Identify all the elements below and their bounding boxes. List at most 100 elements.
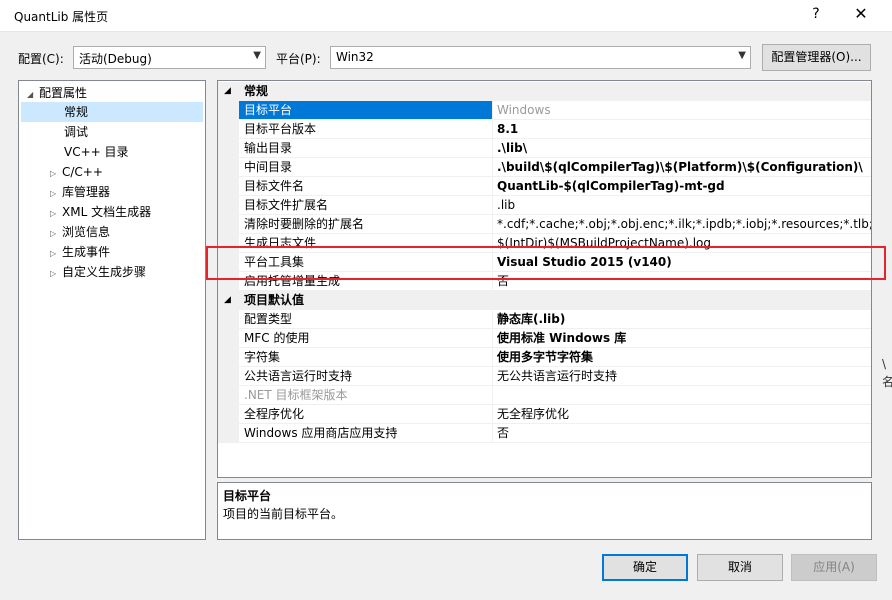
property-name: 目标平台 [239,101,492,120]
expanded-icon[interactable]: ◢ [224,291,231,310]
property-row-whole-program-optimization[interactable]: 全程序优化 无全程序优化 [218,405,871,424]
collapsed-icon[interactable]: ▷ [50,164,62,184]
tree-item-label: VC++ 目录 [64,145,129,159]
tree-item-general[interactable]: 常规 [21,102,203,122]
tree-item-librarian[interactable]: ▷ 库管理器 [50,182,110,202]
property-value[interactable]: 否 [492,424,871,443]
description-title: 目标平台 [223,489,272,503]
property-name: 配置类型 [239,310,492,329]
property-value[interactable] [492,386,871,405]
close-icon[interactable]: ✕ [846,4,876,23]
property-name: 目标平台版本 [239,120,492,139]
property-name: .NET 目标框架版本 [239,386,492,405]
chevron-down-icon: ▼ [738,50,746,61]
expanded-icon[interactable]: ◢ [224,82,231,101]
description-text: 项目的当前目标平台。 [223,507,344,521]
tree-item-label: XML 文档生成器 [62,205,152,219]
property-value[interactable]: Windows [492,101,871,120]
property-row-character-set[interactable]: 字符集 使用多字节字符集 [218,348,871,367]
tree-item-build-events[interactable]: ▷ 生成事件 [50,242,110,262]
property-row-windows-store-app-support[interactable]: Windows 应用商店应用支持 否 [218,424,871,443]
configuration-manager-button[interactable]: 配置管理器(O)... [762,44,871,71]
property-tree: ◢ 配置属性 常规 调试 VC++ 目录 ▷ C/C++ ▷ 库管理器 ▷ XML 文档… [18,80,206,540]
property-row-clean-extensions[interactable]: 清除时要删除的扩展名 *.cdf;*.cache;*.obj;*.obj.enc… [218,215,871,234]
window-title: QuantLib 属性页 [14,10,109,24]
property-name: 清除时要删除的扩展名 [239,215,492,234]
property-value[interactable]: Visual Studio 2015 (v140) [492,253,871,272]
property-value[interactable]: QuantLib-$(qlCompilerTag)-mt-gd [492,177,871,196]
property-row-target-extension[interactable]: 目标文件扩展名 .lib [218,196,871,215]
apply-button[interactable]: 应用(A) [791,554,877,581]
platform-select-value: Win32 [336,50,374,64]
property-name: 全程序优化 [239,405,492,424]
category-general[interactable]: ◢ 常规 [218,82,871,101]
property-value[interactable]: 静态库(.lib) [492,310,871,329]
property-row-target-platform-version[interactable]: 目标平台版本 8.1 [218,120,871,139]
property-row-mfc-use[interactable]: MFC 的使用 使用标准 Windows 库 [218,329,871,348]
ok-button[interactable]: 确定 [602,554,688,581]
category-project-defaults[interactable]: ◢ 项目默认值 [218,291,871,310]
tree-item-label: 常规 [64,105,89,119]
property-value[interactable]: 无全程序优化 [492,405,871,424]
property-value[interactable]: 8.1 [492,120,871,139]
tree-item-vc-directories[interactable]: VC++ 目录 [64,142,129,162]
platform-select[interactable]: Win32 ▼ [330,46,751,69]
tree-item-custom-build-step[interactable]: ▷ 自定义生成步骤 [50,262,146,282]
property-row-platform-toolset[interactable]: 平台工具集 Visual Studio 2015 (v140) [218,253,871,272]
tree-item-xml-doc-generator[interactable]: ▷ XML 文档生成器 [50,202,151,222]
help-icon[interactable]: ? [806,6,826,22]
title-bar: QuantLib 属性页 ? ✕ [0,0,892,32]
property-name: 中间目录 [239,158,492,177]
collapsed-icon[interactable]: ▷ [50,204,62,224]
collapsed-icon[interactable]: ▷ [50,244,62,264]
property-name: 目标文件名 [239,177,492,196]
tree-item-label: 自定义生成步骤 [62,265,147,279]
platform-label: 平台(P): [276,52,321,66]
collapsed-icon[interactable]: ▷ [50,264,62,284]
config-label: 配置(C): [18,52,64,66]
tree-item-label: 浏览信息 [62,225,111,239]
property-value[interactable]: *.cdf;*.cache;*.obj;*.obj.enc;*.ilk;*.ip… [492,215,871,234]
config-select[interactable]: 活动(Debug) ▼ [73,46,266,69]
property-row-build-log-file[interactable]: 生成日志文件 $(IntDir)$(MSBuildProjectName).lo… [218,234,871,253]
category-label: 常规 [244,84,269,98]
property-value[interactable]: 否 [492,272,871,291]
tree-item-label: C/C++ [62,165,103,179]
property-name: 启用托管增量生成 [239,272,492,291]
property-row-output-directory[interactable]: 输出目录 .\lib\ [218,139,871,158]
property-value[interactable]: 使用标准 Windows 库 [492,329,871,348]
tree-item-label: 库管理器 [62,185,111,199]
property-row-intermediate-directory[interactable]: 中间目录 .\build\$(qlCompilerTag)\$(Platform… [218,158,871,177]
cancel-button[interactable]: 取消 [697,554,783,581]
tree-item-browse-information[interactable]: ▷ 浏览信息 [50,222,110,242]
tree-item-label: 调试 [64,125,89,139]
collapsed-icon[interactable]: ▷ [50,184,62,204]
property-name: 公共语言运行时支持 [239,367,492,386]
property-row-target-name[interactable]: 目标文件名 QuantLib-$(qlCompilerTag)-mt-gd [218,177,871,196]
tree-item-label: 生成事件 [62,245,111,259]
property-name: 输出目录 [239,139,492,158]
property-value[interactable]: .\lib\ [492,139,871,158]
property-name: 目标文件扩展名 [239,196,492,215]
property-name: 字符集 [239,348,492,367]
description-panel: 目标平台 项目的当前目标平台。 [217,482,872,540]
property-value[interactable]: 使用多字节字符集 [492,348,871,367]
collapsed-icon[interactable]: ▷ [50,224,62,244]
property-row-target-platform[interactable]: 目标平台 Windows [218,101,871,120]
property-value[interactable]: $(IntDir)$(MSBuildProjectName).log [492,234,871,253]
property-row-clr-support[interactable]: 公共语言运行时支持 无公共语言运行时支持 [218,367,871,386]
clipped-text-fragment: \ [882,357,887,371]
property-value[interactable]: .\build\$(qlCompilerTag)\$(Platform)\$(C… [492,158,871,177]
property-grid: ◢ 常规 目标平台 Windows 目标平台版本 8.1 输出目录 .\lib\… [217,80,872,478]
property-name: Windows 应用商店应用支持 [239,424,492,443]
property-value[interactable]: .lib [492,196,871,215]
tree-item-config-properties[interactable]: ◢ 配置属性 [27,83,87,103]
property-row-managed-incremental-build[interactable]: 启用托管增量生成 否 [218,272,871,291]
clipped-text-fragment: 名 [882,375,892,389]
tree-item-debugging[interactable]: 调试 [64,122,88,142]
property-row-net-target-framework[interactable]: .NET 目标框架版本 [218,386,871,405]
tree-item-c-cpp[interactable]: ▷ C/C++ [50,162,103,182]
property-row-configuration-type[interactable]: 配置类型 静态库(.lib) [218,310,871,329]
chevron-down-icon: ▼ [253,50,261,61]
property-value[interactable]: 无公共语言运行时支持 [492,367,871,386]
